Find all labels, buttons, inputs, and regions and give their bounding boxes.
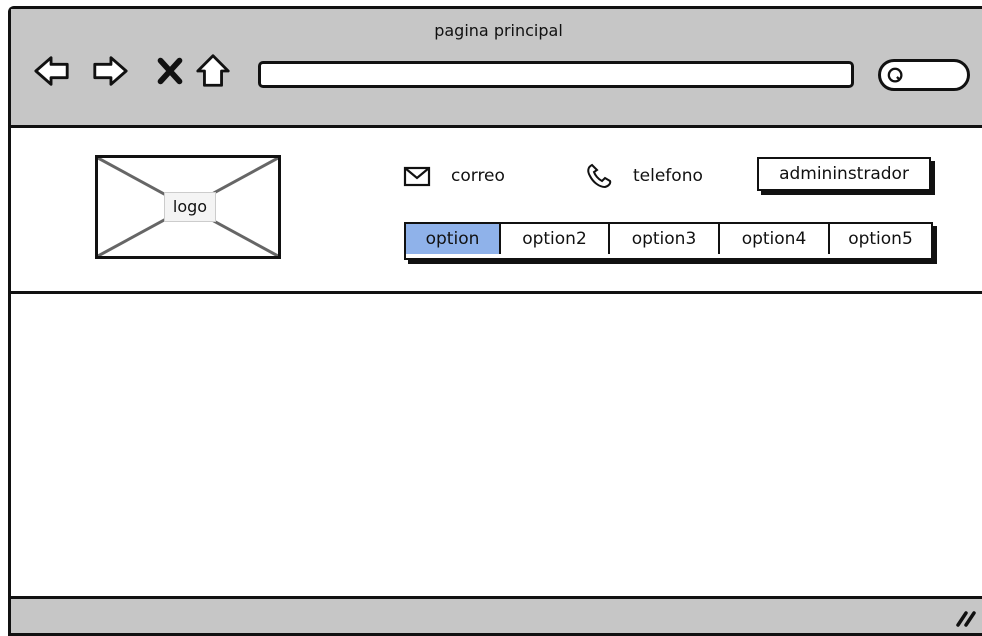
main-content	[11, 294, 982, 599]
email-contact[interactable]: correo	[403, 159, 505, 193]
email-label: correo	[451, 166, 505, 186]
search-box[interactable]	[878, 59, 970, 91]
title-bar: pagina principal	[11, 9, 982, 128]
tab-option4[interactable]: option4	[720, 224, 830, 254]
home-icon[interactable]	[194, 52, 232, 90]
forward-arrow-icon[interactable]	[91, 52, 129, 90]
status-bar	[11, 596, 982, 633]
tab-option[interactable]: option	[406, 224, 501, 254]
tab-option3[interactable]: option3	[610, 224, 720, 254]
phone-contact[interactable]: telefono	[585, 159, 703, 193]
back-arrow-icon[interactable]	[33, 52, 71, 90]
tab-option2[interactable]: option2	[501, 224, 610, 254]
tab-bar: option option2 option3 option4 option5	[404, 222, 933, 260]
search-icon	[887, 67, 903, 83]
logo-placeholder: logo	[95, 155, 281, 259]
window-title: pagina principal	[434, 21, 563, 40]
url-bar[interactable]	[258, 61, 854, 88]
phone-label: telefono	[633, 166, 703, 186]
phone-icon	[587, 163, 612, 189]
logo-label: logo	[164, 192, 216, 222]
page-header: logo correo telefono admininstrador opti…	[11, 128, 982, 294]
admin-button[interactable]: admininstrador	[757, 157, 931, 191]
browser-window: pagina principal logo correo telefono ad…	[8, 6, 982, 636]
tab-option5[interactable]: option5	[830, 224, 931, 254]
resize-grip-icon[interactable]	[954, 607, 978, 627]
mail-icon	[403, 166, 431, 187]
close-x-icon[interactable]	[151, 52, 189, 90]
